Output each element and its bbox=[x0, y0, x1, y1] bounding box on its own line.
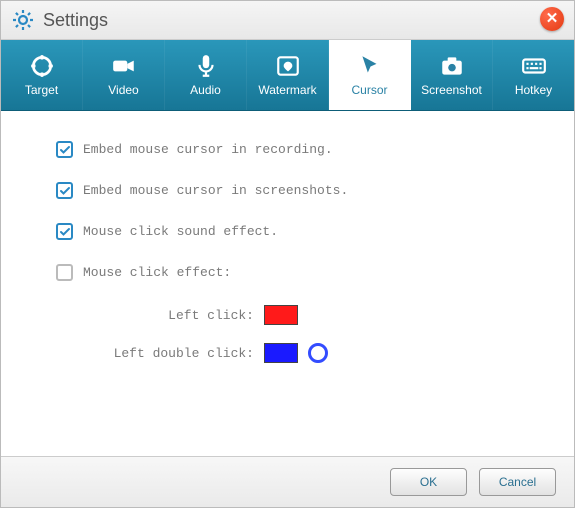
option-embed-recording: Embed mouse cursor in recording. bbox=[56, 141, 544, 158]
tab-bar: Target Video Audio Watermark Cursor bbox=[1, 40, 574, 111]
checkbox-embed-screenshots[interactable] bbox=[56, 182, 73, 199]
option-embed-screenshots: Embed mouse cursor in screenshots. bbox=[56, 182, 544, 199]
left-click-label: Left click: bbox=[94, 308, 254, 323]
tab-watermark[interactable]: Watermark bbox=[247, 40, 329, 110]
keyboard-icon bbox=[521, 53, 547, 79]
ok-button[interactable]: OK bbox=[390, 468, 467, 496]
checkbox-click-sound[interactable] bbox=[56, 223, 73, 240]
close-button[interactable]: ✕ bbox=[540, 7, 564, 31]
microphone-icon bbox=[193, 53, 219, 79]
tab-label: Audio bbox=[190, 83, 221, 97]
cursor-settings-panel: Embed mouse cursor in recording. Embed m… bbox=[1, 111, 574, 456]
window-title: Settings bbox=[43, 10, 108, 31]
cursor-icon bbox=[357, 53, 383, 79]
tab-target[interactable]: Target bbox=[1, 40, 83, 110]
tab-label: Hotkey bbox=[515, 83, 552, 97]
dialog-footer: OK Cancel bbox=[1, 456, 574, 507]
tab-cursor[interactable]: Cursor bbox=[329, 40, 411, 110]
left-double-click-label: Left double click: bbox=[94, 346, 254, 361]
option-label: Mouse click effect: bbox=[83, 265, 231, 280]
titlebar: Settings ✕ bbox=[1, 1, 574, 40]
close-icon: ✕ bbox=[546, 11, 559, 26]
left-double-click-color-row: Left double click: bbox=[94, 343, 544, 363]
watermark-icon bbox=[275, 53, 301, 79]
tab-screenshot[interactable]: Screenshot bbox=[411, 40, 493, 110]
click-effect-ring-icon bbox=[308, 343, 328, 363]
cancel-button[interactable]: Cancel bbox=[479, 468, 556, 496]
option-label: Embed mouse cursor in recording. bbox=[83, 142, 333, 157]
gear-icon bbox=[11, 8, 35, 32]
tab-label: Screenshot bbox=[421, 83, 482, 97]
tab-video[interactable]: Video bbox=[83, 40, 165, 110]
tab-hotkey[interactable]: Hotkey bbox=[493, 40, 574, 110]
left-click-color-swatch[interactable] bbox=[264, 305, 298, 325]
tab-audio[interactable]: Audio bbox=[165, 40, 247, 110]
left-click-color-row: Left click: bbox=[94, 305, 544, 325]
camera-icon bbox=[439, 53, 465, 79]
video-icon bbox=[111, 53, 137, 79]
tab-label: Cursor bbox=[351, 83, 387, 97]
checkbox-embed-recording[interactable] bbox=[56, 141, 73, 158]
tab-label: Video bbox=[108, 83, 138, 97]
settings-window: Settings ✕ Target Video Audio bbox=[0, 0, 575, 508]
left-double-click-color-swatch[interactable] bbox=[264, 343, 298, 363]
tab-label: Watermark bbox=[258, 83, 316, 97]
checkbox-click-effect[interactable] bbox=[56, 264, 73, 281]
option-label: Embed mouse cursor in screenshots. bbox=[83, 183, 348, 198]
target-icon bbox=[29, 53, 55, 79]
tab-label: Target bbox=[25, 83, 58, 97]
option-label: Mouse click sound effect. bbox=[83, 224, 278, 239]
option-click-sound: Mouse click sound effect. bbox=[56, 223, 544, 240]
option-click-effect: Mouse click effect: bbox=[56, 264, 544, 281]
